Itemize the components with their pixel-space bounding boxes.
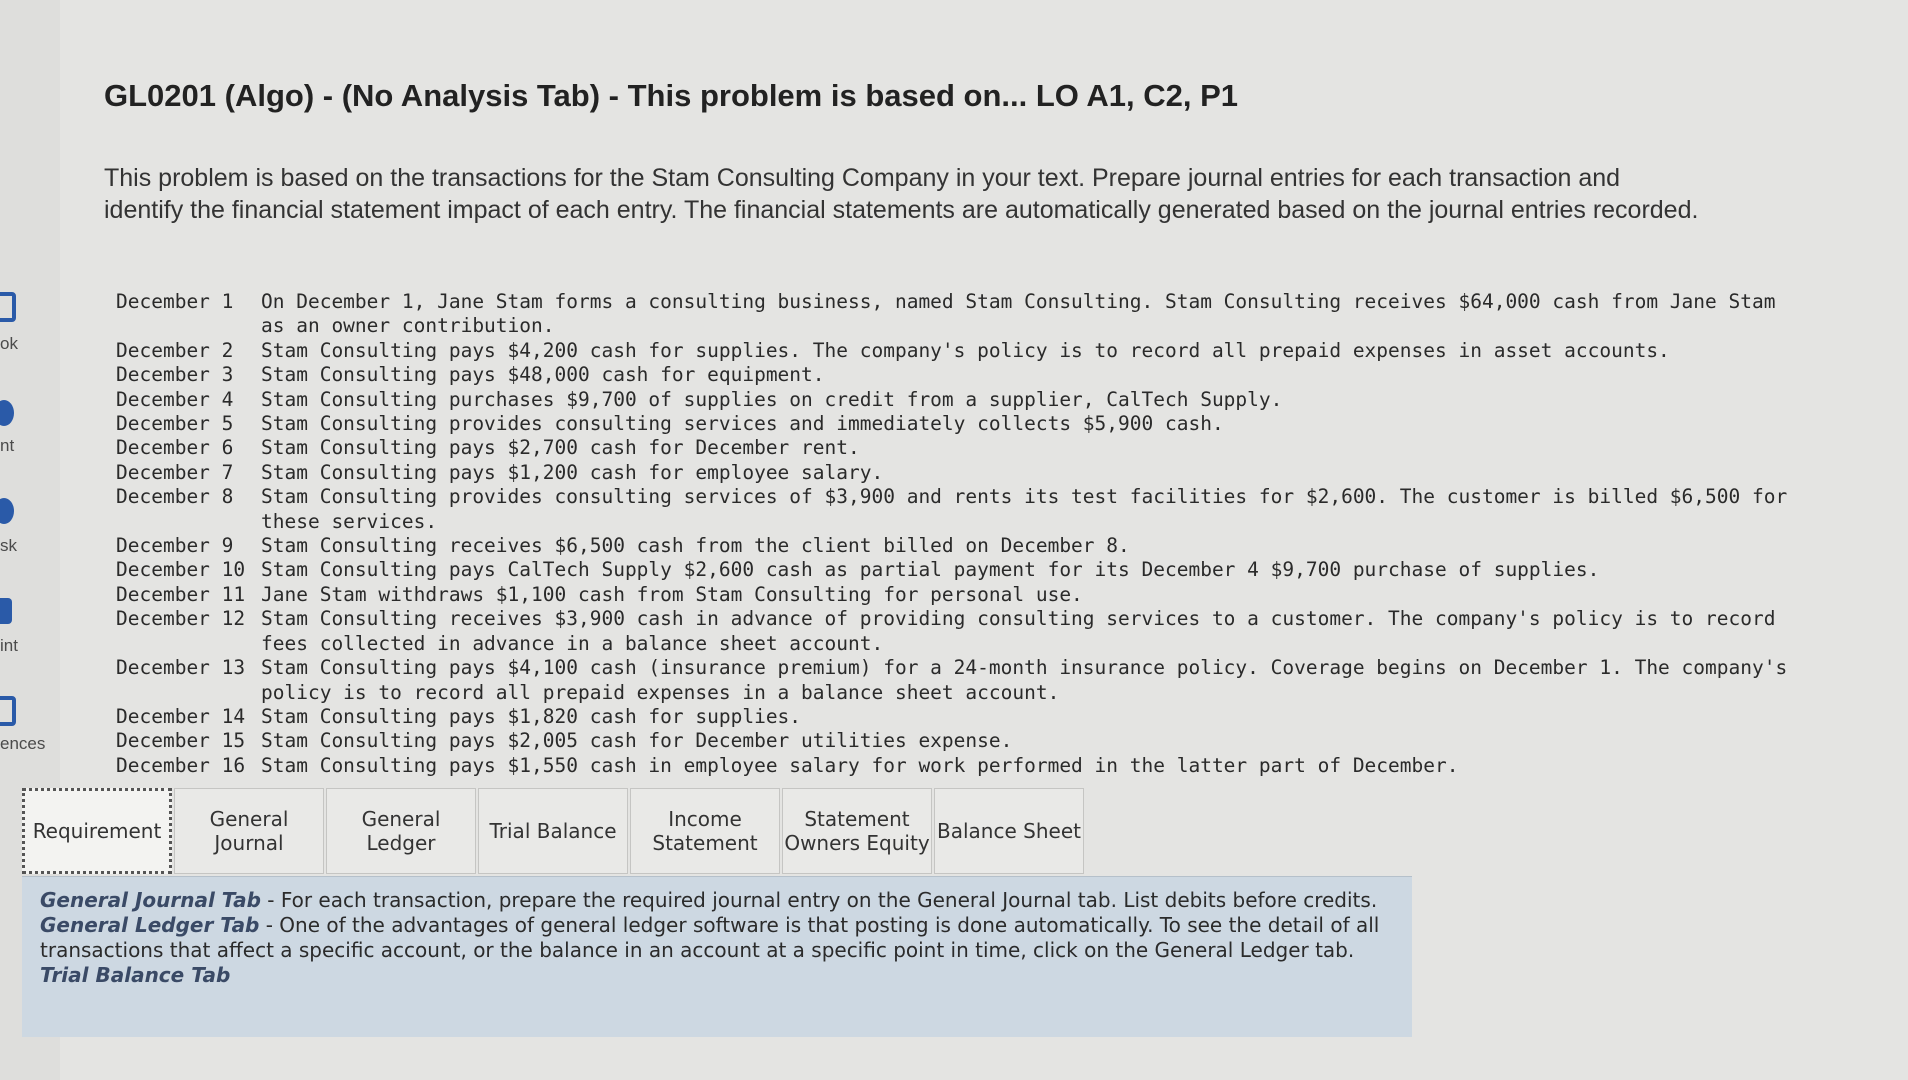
transaction-date: December 5	[116, 412, 234, 436]
page-title: GL0201 (Algo) - (No Analysis Tab) - This…	[104, 78, 1238, 113]
transaction-date: December 3	[116, 363, 234, 387]
transaction-date: December 9	[116, 534, 234, 558]
transaction-row: December 13 Stam Consulting pays $4,100 c…	[116, 656, 1806, 705]
transaction-row: December 14 Stam Consulting pays $1,820 c…	[116, 705, 1806, 729]
transaction-row: December 5 Stam Consulting provides consu…	[116, 412, 1806, 436]
ask-icon[interactable]	[0, 498, 14, 524]
transaction-text: Stam Consulting pays $2,700 cash for Dec…	[261, 436, 860, 460]
transaction-date: December 10	[116, 558, 246, 582]
tab-balance-sheet[interactable]: Balance Sheet	[934, 788, 1084, 874]
transaction-date: December 16	[116, 753, 246, 777]
transaction-text: Stam Consulting receives $3,900 cash in …	[261, 607, 1776, 655]
sidebar-item-nt[interactable]: nt	[0, 436, 14, 456]
print-icon[interactable]	[0, 400, 14, 426]
transaction-row: December 9 Stam Consulting receives $6,50…	[116, 534, 1806, 558]
tab-statement-owners-equity[interactable]: Statement Owners Equity	[782, 788, 932, 874]
transaction-row: December 1 On December 1, Jane Stam forms…	[116, 290, 1806, 339]
instruction-text: - For each transaction, prepare the requ…	[260, 888, 1378, 912]
transaction-date: December 2	[116, 338, 234, 362]
transaction-text: Stam Consulting pays $1,550 cash in empl…	[261, 753, 1459, 777]
book-icon[interactable]	[0, 292, 16, 322]
transaction-date: December 12	[116, 607, 246, 631]
transaction-text: Stam Consulting pays $1,200 cash for emp…	[261, 460, 884, 484]
printer-icon[interactable]	[0, 598, 12, 624]
references-icon[interactable]	[0, 696, 16, 726]
transaction-row: December 15 Stam Consulting pays $2,005 c…	[116, 729, 1806, 753]
transaction-text: Stam Consulting pays CalTech Supply $2,6…	[261, 558, 1600, 582]
transaction-row: December 8 Stam Consulting provides consu…	[116, 485, 1806, 534]
transaction-text: Jane Stam withdraws $1,100 cash from Sta…	[261, 582, 1083, 606]
transaction-row: December 12 Stam Consulting receives $3,9…	[116, 607, 1806, 656]
tab-income-statement[interactable]: Income Statement	[630, 788, 780, 874]
transaction-text: Stam Consulting pays $4,100 cash (insura…	[261, 656, 1788, 704]
tab-general-ledger[interactable]: General Ledger	[326, 788, 476, 874]
transaction-row: December 7 Stam Consulting pays $1,200 ca…	[116, 461, 1806, 485]
transaction-text: Stam Consulting provides consulting serv…	[261, 412, 1224, 436]
transaction-row: December 4 Stam Consulting purchases $9,7…	[116, 388, 1806, 412]
transaction-date: December 11	[116, 582, 246, 606]
transaction-text: On December 1, Jane Stam forms a consult…	[261, 290, 1776, 338]
transaction-date: December 4	[116, 387, 234, 411]
problem-intro: This problem is based on the transaction…	[104, 164, 1699, 224]
transaction-text: Stam Consulting pays $2,005 cash for Dec…	[261, 729, 1013, 753]
sidebar-item-int[interactable]: int	[0, 636, 18, 656]
tab-general-journal[interactable]: General Journal	[174, 788, 324, 874]
tab-trial-balance[interactable]: Trial Balance	[478, 788, 628, 874]
instruction-heading: Trial Balance Tab	[40, 963, 231, 987]
instruction-item: General Journal Tab - For each transacti…	[40, 888, 1410, 913]
transaction-row: December 6 Stam Consulting pays $2,700 ca…	[116, 436, 1806, 460]
tab-bar: Requirement General Journal General Ledger…	[22, 788, 1086, 876]
transaction-date: December 15	[116, 729, 246, 753]
transaction-row: December 16 Stam Consulting pays $1,550 c…	[116, 754, 1806, 778]
sidebar-item-ok[interactable]: ok	[0, 334, 18, 354]
transaction-text: Stam Consulting pays $1,820 cash for sup…	[261, 704, 802, 728]
sidebar-item-ences[interactable]: ences	[0, 734, 45, 754]
transaction-text: Stam Consulting provides consulting serv…	[261, 485, 1788, 533]
transaction-row: December 10 Stam Consulting pays CalTech …	[116, 558, 1806, 582]
transaction-text: Stam Consulting purchases $9,700 of supp…	[261, 387, 1283, 411]
tab-requirement[interactable]: Requirement	[22, 788, 172, 874]
transaction-date: December 6	[116, 436, 234, 460]
transaction-text: Stam Consulting receives $6,500 cash fro…	[261, 534, 1130, 558]
transaction-date: December 8	[116, 485, 234, 509]
transaction-date: December 1	[116, 290, 234, 313]
transaction-date: December 14	[116, 704, 246, 728]
transaction-date: December 7	[116, 460, 234, 484]
instruction-item: Trial Balance Tab	[40, 963, 1410, 988]
transaction-row: December 3 Stam Consulting pays $48,000 c…	[116, 363, 1806, 387]
instruction-item: General Ledger Tab - One of the advantag…	[40, 913, 1410, 963]
sidebar-item-sk[interactable]: sk	[0, 536, 17, 556]
transaction-text: Stam Consulting pays $4,200 cash for sup…	[261, 338, 1670, 362]
instruction-heading: General Ledger Tab	[40, 913, 260, 937]
instruction-heading: General Journal Tab	[40, 888, 261, 912]
instruction-list: General Journal Tab - For each transacti…	[40, 888, 1410, 988]
transaction-row: December 11 Jane Stam withdraws $1,100 ca…	[116, 583, 1806, 607]
transaction-date: December 13	[116, 656, 246, 680]
transaction-text: Stam Consulting pays $48,000 cash for eq…	[261, 363, 825, 387]
transaction-row: December 2 Stam Consulting pays $4,200 ca…	[116, 339, 1806, 363]
transaction-list: December 1 On December 1, Jane Stam forms…	[116, 290, 1806, 778]
